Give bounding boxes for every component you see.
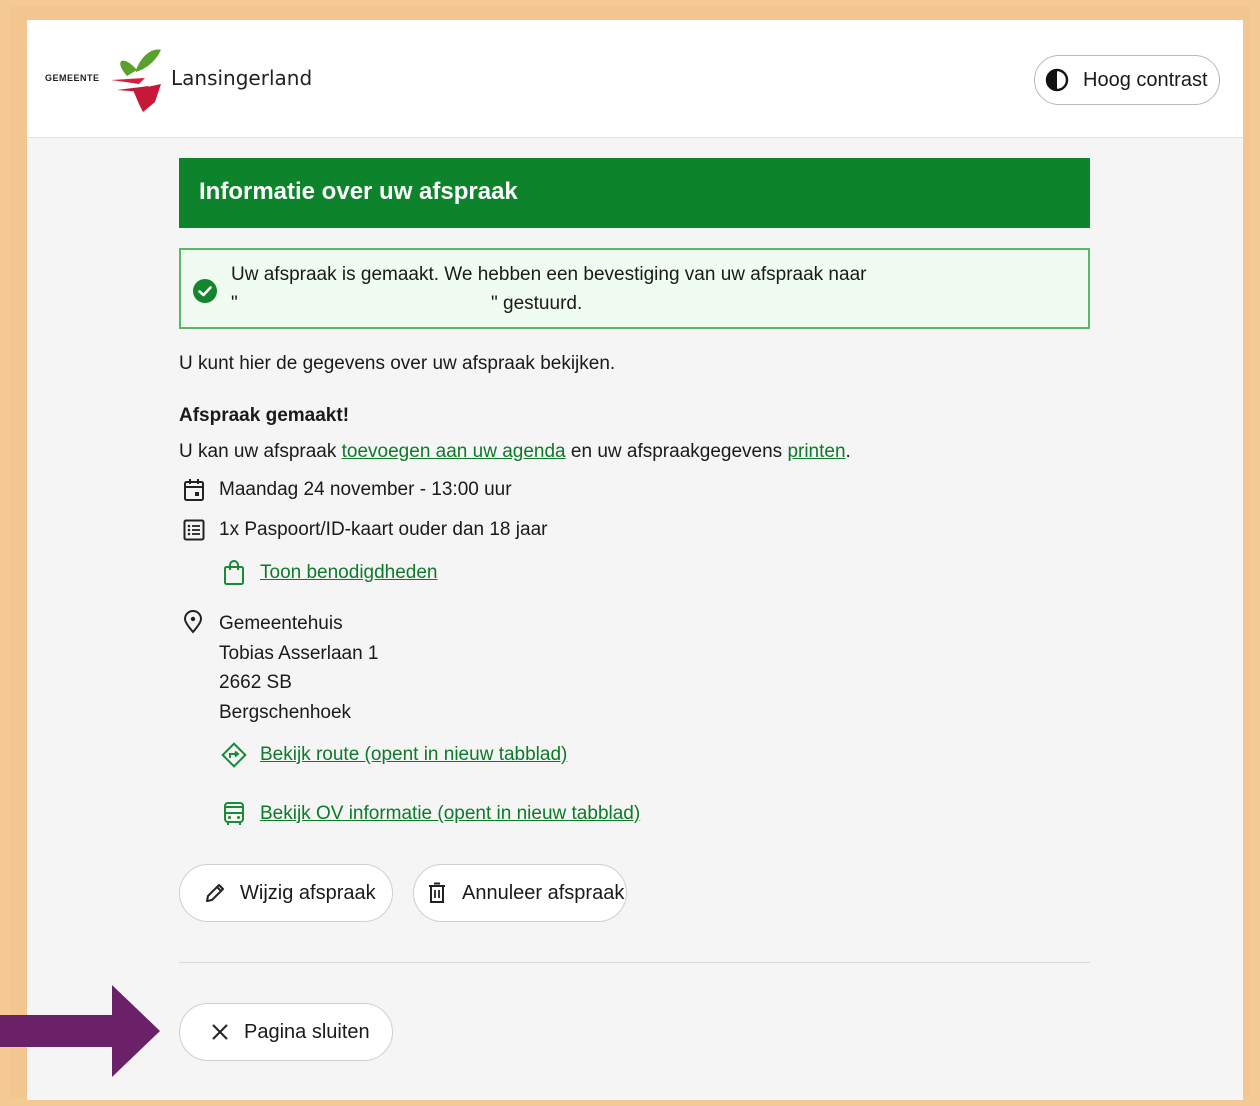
close-page-button[interactable]: Pagina sluiten (179, 1003, 393, 1061)
intro-text: U kunt hier de gegevens over uw afspraak… (179, 353, 616, 374)
edit-appointment-button[interactable]: Wijzig afspraak (179, 864, 393, 922)
arrow-pointer-icon (0, 985, 160, 1077)
address-city: Bergschenhoek (219, 701, 352, 723)
high-contrast-label: Hoog contrast (1083, 68, 1208, 91)
appointment-product: 1x Paspoort/ID-kaart ouder dan 18 jaar (219, 519, 548, 540)
show-requirements-link[interactable]: Toon benodigdheden (260, 562, 438, 584)
appointment-date: Maandag 24 november - 13:00 uur (219, 479, 512, 500)
address-name: Gemeentehuis (219, 613, 343, 634)
close-icon (212, 1024, 228, 1040)
address-block: Gemeentehuis Tobias Asserlaan 1 2662 SB … (219, 609, 379, 727)
requirements-row[interactable]: Toon benodigdheden (220, 560, 438, 586)
trash-icon (429, 882, 445, 903)
appointment-made-heading: Afspraak gemaakt! (179, 405, 350, 426)
route-icon (220, 742, 248, 768)
public-transport-link[interactable]: Bekijk OV informatie (opent in nieuw tab… (260, 803, 640, 825)
logo[interactable]: GEMEENTE Lansingerland (45, 46, 312, 116)
calendar-icon (179, 478, 209, 502)
site-header: GEMEENTE Lansingerland Hoog contrast (27, 20, 1243, 138)
cancel-appointment-label: Annuleer afspraak (462, 881, 625, 904)
address-street: Tobias Asserlaan 1 (219, 642, 379, 664)
pencil-icon (206, 884, 224, 902)
agenda-prefix: U kan uw afspraak (179, 441, 342, 462)
agenda-suffix: . (845, 441, 851, 462)
list-icon (179, 518, 209, 542)
half-circle-icon (1045, 68, 1069, 92)
close-page-label: Pagina sluiten (244, 1020, 370, 1043)
edit-appointment-label: Wijzig afspraak (240, 881, 376, 904)
route-row[interactable]: Bekijk route (opent in nieuw tabblad) (220, 742, 567, 768)
success-alert: Uw afspraak is gemaakt. We hebben een be… (179, 248, 1090, 329)
add-to-agenda-link[interactable]: toevoegen aan uw agenda (342, 441, 566, 462)
page-title: Informatie over uw afspraak (179, 158, 1090, 228)
product-row: 1x Paspoort/ID-kaart ouder dan 18 jaar (179, 518, 547, 542)
location-pin-icon (182, 610, 204, 639)
agenda-middle: en uw afspraakgegevens (565, 441, 788, 462)
high-contrast-button[interactable]: Hoog contrast (1034, 55, 1220, 105)
view-route-link[interactable]: Bekijk route (opent in nieuw tabblad) (260, 744, 567, 766)
check-circle-icon (193, 279, 217, 303)
logo-name: Lansingerland (171, 66, 313, 90)
alert-line-1: Uw afspraak is gemaakt. We hebben een be… (231, 264, 867, 285)
alert-quote-open: " (231, 293, 238, 314)
divider (179, 962, 1090, 963)
logo-mark-icon (111, 49, 161, 112)
public-transport-row[interactable]: Bekijk OV informatie (opent in nieuw tab… (220, 801, 640, 827)
logo-small-text: GEMEENTE (45, 73, 100, 83)
shopping-bag-icon (220, 560, 248, 586)
bus-icon (220, 801, 248, 827)
print-link[interactable]: printen (787, 441, 845, 462)
address-postal: 2662 SB (219, 672, 292, 693)
date-row: Maandag 24 november - 13:00 uur (179, 478, 512, 502)
cancel-appointment-button[interactable]: Annuleer afspraak (413, 864, 627, 922)
agenda-line: U kan uw afspraak toevoegen aan uw agend… (179, 441, 851, 463)
alert-quote-close: " gestuurd. (491, 293, 583, 314)
page: GEMEENTE Lansingerland Hoog contrast Inf… (27, 20, 1243, 1100)
